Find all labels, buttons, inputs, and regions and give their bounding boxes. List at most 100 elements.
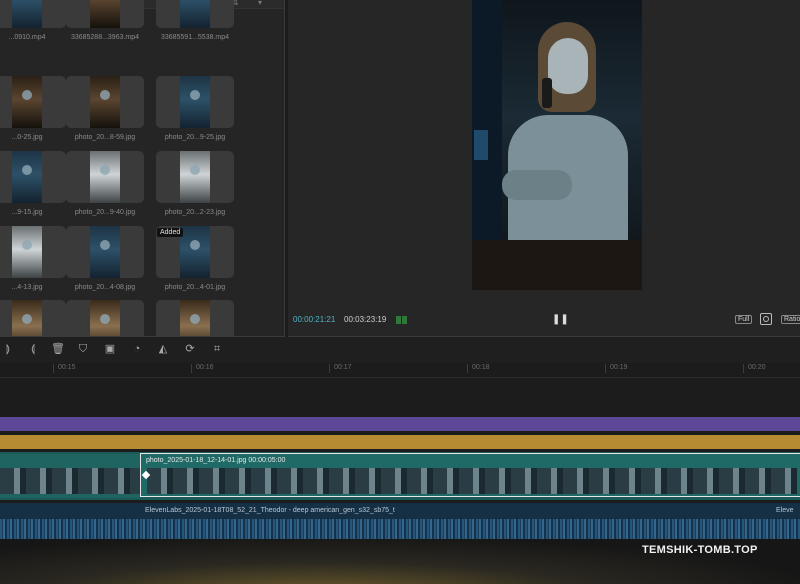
clip-name: photo_2025-01-18_12-14-01.jpg [146, 457, 247, 464]
watermark: TEMSHIK-TOMB.TOP [642, 544, 758, 556]
ruler-tick: 00:16 [191, 364, 214, 373]
preview-phone [542, 78, 552, 108]
thumbnail-subject [22, 90, 32, 100]
rotate-icon[interactable]: ⟳ [184, 343, 196, 355]
audio-meter-icon [396, 316, 408, 324]
thumbnail-label: ...4-13.jpg [11, 284, 43, 291]
selected-clip[interactable]: photo_2025-01-18_12-14-01.jpg 00:00:05:0… [140, 453, 800, 497]
media-thumbnail[interactable] [0, 226, 66, 278]
media-thumbnail[interactable] [0, 300, 66, 336]
media-thumbnail[interactable] [156, 76, 234, 128]
crop-icon[interactable]: ⌗ [211, 343, 223, 355]
previous-clip[interactable] [0, 454, 140, 498]
fullscreen-button[interactable]: Full [735, 315, 753, 324]
filter-icon[interactable]: ▾ [258, 0, 262, 7]
timeline-toolbar: ⟭ ⟬ 🗑 ⛉ ▣ ◔ ◭ ⟳ ⌗ [0, 337, 800, 364]
thumbnail-label: photo_20...8-59.jpg [74, 134, 136, 141]
thumbnail-label: ...0910.mp4 [8, 34, 46, 41]
thumbnail-image [12, 226, 42, 278]
media-thumbnail[interactable] [66, 226, 144, 278]
thumbnail-subject [100, 165, 110, 175]
clip-label: photo_2025-01-18_12-14-01.jpg 00:00:05:0… [146, 457, 285, 464]
thumbnail-label: ...0-25.jpg [11, 134, 43, 141]
thumbnail-label: photo_20...4-08.jpg [74, 284, 136, 291]
media-thumbnail[interactable] [0, 76, 66, 128]
added-badge: Added [157, 228, 184, 237]
media-thumbnail[interactable] [66, 0, 144, 28]
thumbnail-image [180, 0, 210, 28]
current-timecode: 00:00:21:21 [293, 315, 336, 324]
split-alt-icon[interactable]: ⟬ [27, 343, 39, 355]
thumbnail-subject [190, 90, 200, 100]
thumbnail-label: 33685591...5538.mp4 [160, 34, 230, 41]
preview-frame[interactable] [472, 0, 642, 290]
preview-arm [502, 170, 572, 200]
thumbnail-label: photo_20...4-01.jpg [164, 284, 226, 291]
shield-icon[interactable]: ⛉ [77, 343, 89, 355]
clip-filmstrip [0, 468, 140, 494]
thumbnail-label: photo_20...2-23.jpg [164, 209, 226, 216]
thumbnail-label: ...9-15.jpg [11, 209, 43, 216]
thumbnail-image [180, 76, 210, 128]
preview-chair [472, 240, 642, 290]
audio-clip-label-next: Eleve [776, 507, 794, 514]
ratio-button[interactable]: Ratio [781, 315, 800, 324]
audio-clip-label: ElevenLabs_2025-01-18T08_52_21_Theodor -… [145, 507, 395, 514]
thumbnail-image [12, 76, 42, 128]
thumbnail-image [180, 226, 210, 278]
split-icon[interactable]: ⟭ [2, 343, 14, 355]
thumbnail-image [90, 76, 120, 128]
thumbnail-subject [100, 90, 110, 100]
time-ruler[interactable]: 00:15 00:16 00:17 00:18 00:19 00:20 [0, 363, 800, 378]
clip-filmstrip [147, 468, 797, 494]
thumbnail-image [180, 300, 210, 336]
thumbnail-subject [100, 240, 110, 250]
media-thumbnail[interactable] [156, 0, 234, 28]
mirror-icon[interactable]: ◭ [157, 343, 169, 355]
thumbnail-subject [100, 314, 110, 324]
thumbnail-subject [22, 240, 32, 250]
media-thumbnail[interactable] [66, 76, 144, 128]
ruler-tick: 00:19 [605, 364, 628, 373]
media-thumbnail[interactable] [66, 300, 144, 336]
thumbnail-image [12, 0, 42, 28]
thumbnail-subject [22, 314, 32, 324]
preview-viewer: 00:00:21:21 00:03:23:19 ❚❚ Full Ratio [288, 0, 800, 337]
zoom-fit-icon[interactable] [760, 313, 772, 325]
media-thumbnail[interactable] [156, 300, 234, 336]
thumbnail-image [90, 226, 120, 278]
video-track[interactable]: photo_2025-01-18_12-14-01.jpg 00:00:05:0… [0, 452, 800, 500]
thumbnail-subject [22, 165, 32, 175]
thumbnail-image [90, 0, 120, 28]
effect-track[interactable] [0, 417, 800, 431]
thumbnail-image [90, 151, 120, 203]
ruler-tick: 00:17 [329, 364, 352, 373]
ruler-tick: 00:18 [467, 364, 490, 373]
media-thumbnail[interactable] [156, 151, 234, 203]
text-track[interactable] [0, 435, 800, 449]
media-thumbnail[interactable] [0, 0, 66, 28]
speed-icon[interactable]: ◔ [131, 343, 143, 355]
thumbnail-label: 33685288...3963.mp4 [70, 34, 140, 41]
pause-button[interactable]: ❚❚ [552, 314, 569, 325]
media-thumbnail[interactable] [0, 151, 66, 203]
thumbnail-label: photo_20...9-25.jpg [164, 134, 226, 141]
thumbnail-image [12, 300, 42, 336]
thumbnail-subject [190, 314, 200, 324]
delete-icon[interactable]: 🗑 [51, 343, 65, 355]
thumbnail-image [90, 300, 120, 336]
media-library-panel: ▦ ⇅ ▾ ...0910.mp433685288...3963.mp43368… [0, 0, 285, 337]
freeze-icon[interactable]: ▣ [104, 343, 116, 355]
preview-face [548, 38, 588, 94]
audio-waveform [0, 519, 800, 539]
ruler-tick: 00:15 [53, 364, 76, 373]
viewer-controls: 00:00:21:21 00:03:23:19 ❚❚ Full Ratio [288, 306, 800, 334]
thumbnail-image [12, 151, 42, 203]
thumbnail-image [180, 151, 210, 203]
clip-duration: 00:00:05:00 [248, 457, 286, 464]
thumbnail-subject [190, 165, 200, 175]
audio-track[interactable]: ElevenLabs_2025-01-18T08_52_21_Theodor -… [0, 503, 800, 539]
duration-timecode: 00:03:23:19 [344, 315, 387, 324]
thumbnail-subject [190, 240, 200, 250]
media-thumbnail[interactable] [66, 151, 144, 203]
